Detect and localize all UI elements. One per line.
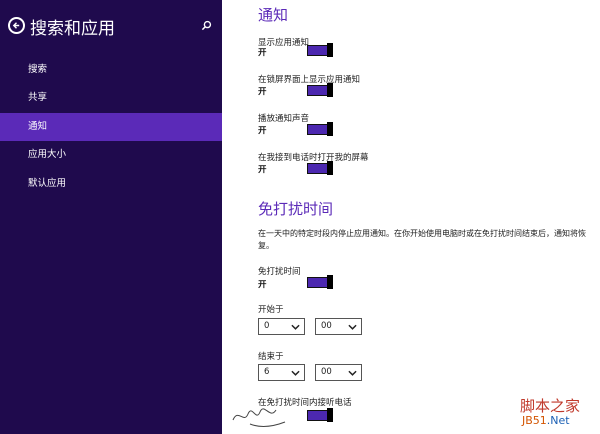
toggle-thumb	[327, 408, 333, 422]
quiet-hours-heading: 免打扰时间	[258, 200, 334, 218]
sidebar-item-search[interactable]: 搜索	[0, 56, 222, 84]
sidebar-item-share[interactable]: 共享	[0, 84, 222, 112]
toggle-thumb	[327, 161, 333, 175]
toggle-thumb	[327, 83, 333, 97]
watermark-url-part: JB51	[522, 414, 547, 427]
select-value: 6	[264, 367, 270, 377]
main-content: 通知 显示应用通知 开 在锁屏界面上显示应用通知 开 播放通知声音 开 在我接到…	[222, 0, 600, 434]
setting-label: 播放通知声音	[258, 114, 310, 124]
quiet-hours-toggle[interactable]	[307, 275, 333, 289]
turn-on-screen-toggle[interactable]	[307, 161, 333, 175]
notifications-heading: 通知	[258, 6, 289, 24]
watermark-url-part: .Net	[546, 414, 570, 427]
setting-state: 开	[258, 165, 267, 175]
toggle-thumb	[327, 122, 333, 136]
end-minute-select[interactable]: 00	[315, 364, 362, 381]
setting-state: 开	[258, 87, 267, 97]
toggle-thumb	[327, 275, 333, 289]
select-value: 0	[264, 321, 270, 331]
signature-scribble	[232, 408, 286, 427]
show-app-notifications-toggle[interactable]	[307, 43, 333, 57]
start-time-label: 开始于	[258, 305, 284, 315]
end-time-label: 结束于	[258, 352, 284, 362]
start-hour-select[interactable]: 0	[258, 318, 305, 335]
sidebar-title: 搜索和应用	[30, 19, 115, 39]
setting-state: 开	[258, 126, 267, 136]
watermark-url: JB51.Net	[522, 414, 570, 427]
chevron-down-icon	[291, 370, 300, 376]
setting-state: 开	[258, 48, 267, 58]
sidebar-item-app-sizes[interactable]: 应用大小	[0, 141, 222, 169]
setting-label: 在锁屏界面上显示应用通知	[258, 75, 361, 85]
start-minute-select[interactable]: 00	[315, 318, 362, 335]
end-hour-select[interactable]: 6	[258, 364, 305, 381]
quiet-hours-state: 开	[258, 280, 267, 290]
chevron-down-icon	[348, 370, 357, 376]
chevron-down-icon	[348, 324, 357, 330]
sidebar-item-default-apps[interactable]: 默认应用	[0, 170, 222, 198]
select-value: 00	[321, 367, 332, 377]
calls-during-quiet-hours-toggle[interactable]	[307, 408, 333, 422]
sidebar: 搜索和应用 搜索 共享 通知 应用大小 默认应用	[0, 0, 222, 434]
select-value: 00	[321, 321, 332, 331]
back-arrow-icon[interactable]	[8, 17, 25, 34]
chevron-down-icon	[291, 324, 300, 330]
quiet-hours-label: 免打扰时间	[258, 267, 301, 277]
toggle-thumb	[327, 43, 333, 57]
setting-label: 在我接到电话时打开我的屏幕	[258, 153, 369, 163]
sidebar-item-notifications[interactable]: 通知	[0, 113, 222, 141]
watermark-logo: 脚本之家	[520, 397, 581, 415]
search-icon[interactable]	[201, 20, 212, 31]
quiet-hours-description: 在一天中的特定时段内停止应用通知。在你开始使用电脑时或在免打扰时间结束后，通知将…	[258, 229, 586, 250]
lockscreen-notifications-toggle[interactable]	[307, 83, 333, 97]
notification-sounds-toggle[interactable]	[307, 122, 333, 136]
